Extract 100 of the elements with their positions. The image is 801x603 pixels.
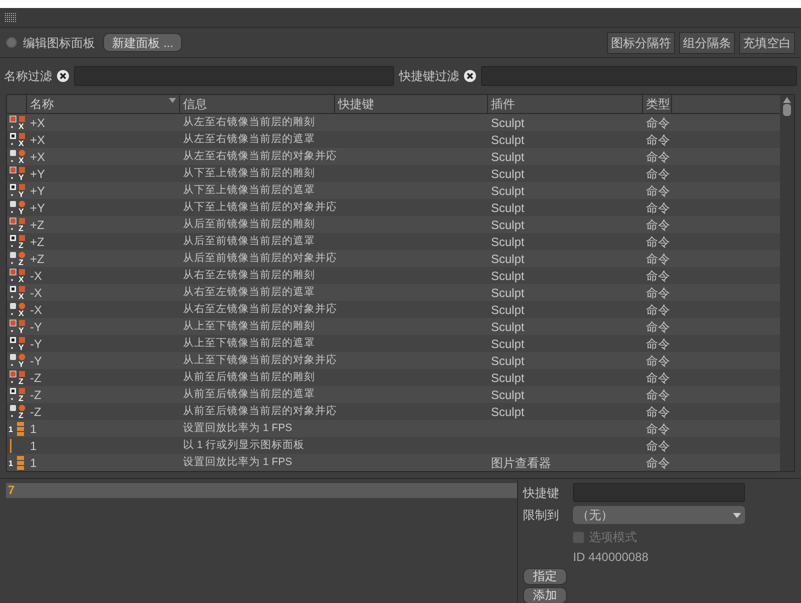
toolbar-button[interactable]: 组分隔条 bbox=[679, 32, 735, 54]
table-cell-text: Sculpt bbox=[490, 114, 526, 132]
table-cell-text: 从上至下镜像当前层的遮罩 bbox=[182, 336, 316, 351]
command-icon bbox=[8, 302, 26, 318]
icon-label: Z bbox=[18, 242, 24, 250]
table-cell-text: 从下至上镜像当前层的雕刻 bbox=[182, 166, 316, 181]
table-cell-text: 命令 bbox=[645, 352, 671, 370]
command-button[interactable]: 指定 bbox=[523, 568, 567, 585]
command-icon bbox=[8, 284, 26, 300]
table-cell-text: Sculpt bbox=[490, 148, 526, 166]
table-cell-text: Sculpt bbox=[490, 352, 526, 370]
icon-label: Z bbox=[18, 258, 24, 266]
icon-label: X bbox=[18, 156, 24, 164]
table-cell-text: 设置回放比率为 1 FPS bbox=[182, 420, 294, 436]
command-icon bbox=[8, 250, 26, 266]
table-cell-text: 命令 bbox=[645, 250, 671, 268]
command-icon bbox=[8, 132, 26, 148]
icon-label: X bbox=[18, 140, 24, 148]
field-label: 限制到 bbox=[523, 507, 559, 524]
command-icon bbox=[8, 370, 26, 386]
icon-label: Z bbox=[18, 412, 24, 420]
restrict-dropdown[interactable]: （无） bbox=[573, 506, 745, 524]
table-cell-text: 命令 bbox=[645, 438, 671, 454]
clear-icon[interactable] bbox=[57, 70, 69, 82]
command-icon bbox=[8, 114, 26, 130]
icon-label: Z bbox=[18, 394, 24, 402]
icon-label: Y bbox=[18, 344, 24, 352]
command-icon bbox=[8, 268, 26, 284]
table-cell-text: Sculpt bbox=[490, 284, 526, 302]
table-cell-text: 命令 bbox=[645, 404, 671, 420]
table-cell-text: 图片查看器 bbox=[490, 454, 552, 472]
table-cell-text: -Y bbox=[29, 352, 43, 370]
checkbox-label: 选项模式 bbox=[589, 529, 637, 546]
table-cell-text: -Z bbox=[29, 404, 42, 420]
table-cell-text: +Z bbox=[29, 250, 46, 268]
toolbar-button[interactable]: 充填空白 bbox=[739, 32, 795, 54]
filter-label: 名称过滤 bbox=[4, 68, 52, 85]
command-icon bbox=[8, 216, 26, 232]
table-cell-text: Sculpt bbox=[490, 268, 526, 284]
new-palette-button[interactable]: 新建面板 ... bbox=[103, 33, 182, 52]
column-header[interactable]: 名称 bbox=[27, 95, 180, 113]
sort-icon bbox=[169, 98, 176, 103]
icon-label: X bbox=[18, 122, 24, 130]
table-cell-text: 命令 bbox=[645, 132, 671, 148]
table-cell-text: Sculpt bbox=[490, 234, 526, 250]
icon-label: X bbox=[18, 276, 24, 284]
toolbar-button[interactable]: 图标分隔符 bbox=[607, 32, 675, 54]
table-cell-text: Sculpt bbox=[490, 302, 526, 318]
table-cell-text: 从左至右镜像当前层的遮罩 bbox=[182, 132, 316, 147]
icon-label: Z bbox=[18, 224, 24, 232]
table-cell-text: Sculpt bbox=[490, 216, 526, 234]
table-cell-text: 以 1 行或列显示图标面板 bbox=[182, 438, 306, 453]
column-header[interactable]: 插件 bbox=[488, 95, 643, 113]
table-cell-text: 命令 bbox=[645, 370, 671, 386]
column-header[interactable]: 信息 bbox=[180, 95, 335, 113]
table-cell-text: 从左至右镜像当前层的雕刻 bbox=[182, 114, 316, 130]
table-cell-text: 命令 bbox=[645, 200, 671, 216]
table-cell-text: +Z bbox=[29, 216, 46, 234]
icon-label: Z bbox=[18, 378, 24, 386]
command-button[interactable]: 添加 bbox=[523, 587, 567, 603]
table-cell-text: 从下至上镜像当前层的遮罩 bbox=[182, 182, 316, 198]
table-cell-text: -X bbox=[29, 284, 43, 302]
table-cell-text: -X bbox=[29, 268, 43, 284]
table-cell-text: Sculpt bbox=[490, 182, 526, 200]
table-cell-text: -Y bbox=[29, 336, 43, 352]
table-cell-text: 从前至后镜像当前层的雕刻 bbox=[182, 370, 316, 385]
table-cell-text: 从前至后镜像当前层的对象并応 bbox=[182, 404, 335, 419]
edit-palette-checkbox[interactable] bbox=[6, 37, 17, 48]
command-icon bbox=[8, 200, 26, 216]
table-cell-text: 从上至下镜像当前层的雕刻 bbox=[182, 318, 316, 334]
table-cell-text: +Y bbox=[29, 182, 46, 200]
scroll-thumb[interactable] bbox=[783, 104, 791, 116]
icon-label: Y bbox=[18, 360, 24, 368]
table-cell-text: 命令 bbox=[645, 336, 671, 352]
table-cell-text: 从前至后镜像当前层的遮罩 bbox=[182, 386, 316, 402]
table-cell-text: 命令 bbox=[645, 318, 671, 336]
filter-label: 快捷键过滤 bbox=[399, 68, 459, 85]
column-header[interactable]: 快捷键 bbox=[335, 95, 488, 113]
command-icon bbox=[16, 422, 24, 436]
table-cell-text: 命令 bbox=[645, 454, 671, 472]
icon-label: Y bbox=[18, 326, 24, 334]
table-cell-text: +X bbox=[29, 148, 46, 166]
table-cell-text: +X bbox=[29, 114, 46, 132]
table-cell-text: -Z bbox=[29, 370, 42, 386]
clear-icon[interactable] bbox=[464, 70, 476, 82]
column-header[interactable]: 类型 bbox=[643, 95, 672, 113]
table-cell-text: 从后至前镜像当前层的雕刻 bbox=[182, 216, 316, 232]
command-icon bbox=[8, 166, 26, 182]
table-cell-text: 从后至前镜像当前层的遮罩 bbox=[182, 234, 316, 249]
field-label: 快捷键 bbox=[523, 484, 559, 502]
icon-label: X bbox=[18, 310, 24, 318]
icon-label: Y bbox=[18, 190, 24, 198]
icon-label: 1 bbox=[8, 460, 13, 468]
command-icon bbox=[8, 352, 26, 368]
table-cell-text: +X bbox=[29, 132, 46, 148]
command-icon bbox=[16, 456, 24, 470]
table-cell-text: 命令 bbox=[645, 386, 671, 404]
table-cell-text: 1 bbox=[29, 454, 38, 472]
list-item[interactable]: 7 bbox=[6, 483, 517, 498]
command-icon bbox=[8, 404, 26, 420]
